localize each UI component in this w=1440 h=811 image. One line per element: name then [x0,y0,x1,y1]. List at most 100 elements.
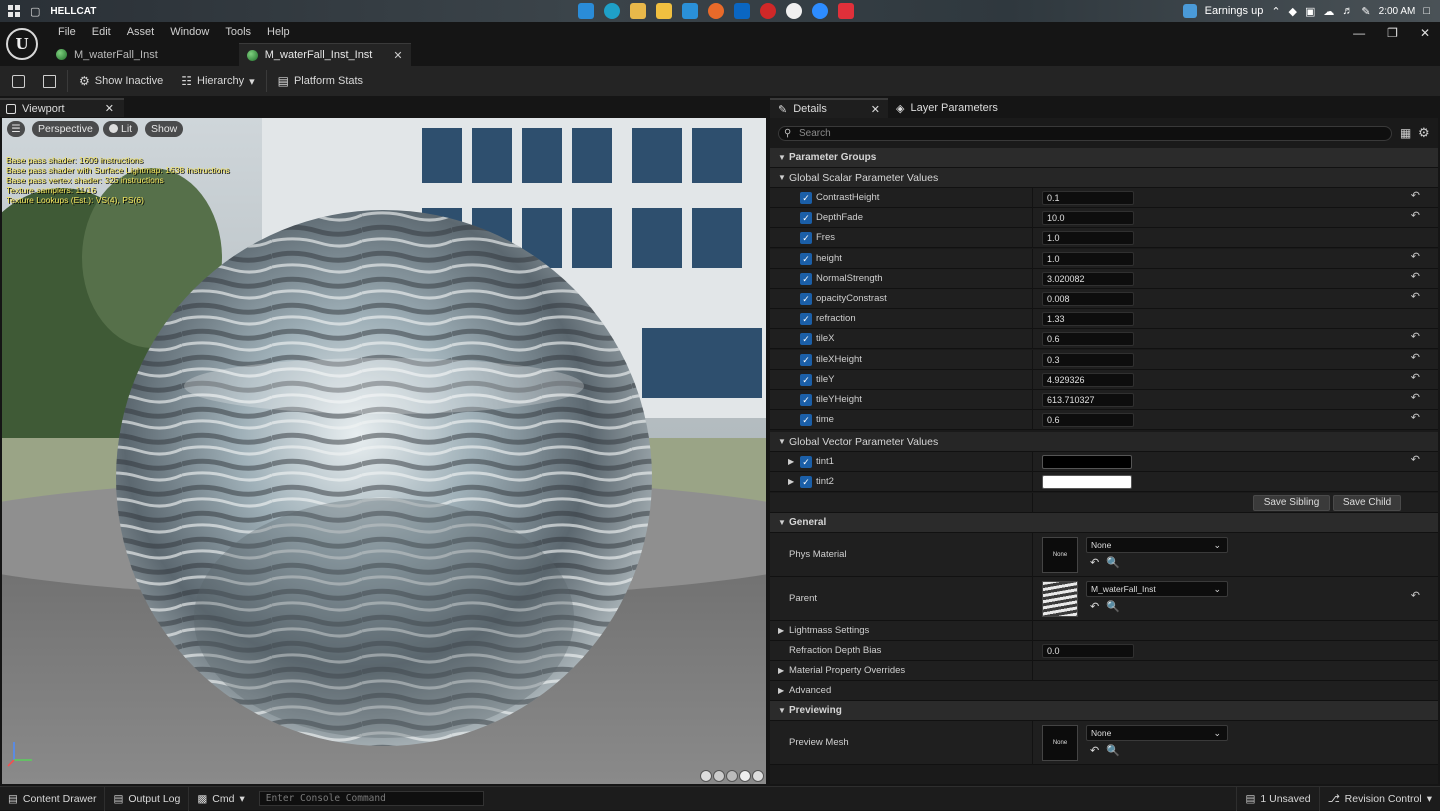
zoom-icon[interactable] [812,3,828,19]
firefox-icon[interactable] [708,3,724,19]
save-child-button[interactable]: Save Child [1333,495,1401,511]
reset-arrow-icon[interactable]: ↶ [1411,453,1420,466]
param-value-field[interactable]: 0.6 [1042,413,1134,428]
save-button[interactable] [0,66,34,96]
param-enabled-checkbox[interactable]: ✓ [800,456,812,468]
param-value-field[interactable]: 3.020082 [1042,271,1134,286]
weather-icon[interactable] [1182,4,1197,18]
onedrive-icon[interactable]: ☁ [1323,5,1334,18]
widget-text[interactable]: Earnings up [1205,5,1264,17]
doc-tab-waterfall-inst[interactable]: M_waterFall_Inst [48,43,239,66]
save-sibling-button[interactable]: Save Sibling [1253,495,1330,511]
reset-arrow-icon[interactable]: ↶ [1411,330,1420,343]
parameter-groups-header[interactable]: ▼ Parameter Groups [770,148,1438,168]
use-selected-icon[interactable]: ↶ [1090,556,1099,569]
notifications-icon[interactable]: □ [1423,5,1430,17]
volume-icon[interactable]: ♬ [1342,5,1353,17]
phys-material-combo[interactable]: None ⌄ [1086,537,1228,553]
close-tab-icon[interactable]: ✕ [393,49,402,62]
browse-asset-icon[interactable]: 🔍 [1106,744,1120,757]
cube-preview-icon[interactable] [739,770,751,782]
param-enabled-checkbox[interactable]: ✓ [800,394,812,406]
file-explorer-icon[interactable] [630,3,646,19]
cylinder-preview-icon[interactable] [700,770,712,782]
clock[interactable]: 2:00 AM [1379,6,1416,17]
menu-file[interactable]: File [50,25,84,39]
material-overrides-row[interactable]: ▶ Material Property Overrides [770,661,1438,681]
param-value-field[interactable]: 0.6 [1042,332,1134,347]
param-value-field[interactable]: 0.008 [1042,292,1134,306]
refraction-bias-field[interactable]: 0.0 [1042,644,1134,658]
scalar-group-header[interactable]: ▼ Global Scalar Parameter Values [770,168,1438,188]
reset-arrow-icon[interactable]: ↶ [1411,189,1420,202]
close-viewport-icon[interactable]: ✕ [105,102,114,115]
browse-asset-icon[interactable]: 🔍 [1106,556,1120,569]
reset-arrow-icon[interactable]: ↶ [1411,209,1420,222]
table-view-icon[interactable]: ▦ [1400,126,1411,140]
reset-arrow-icon[interactable]: ↶ [1411,391,1420,404]
param-enabled-checkbox[interactable]: ✓ [800,313,812,326]
reset-arrow-icon[interactable]: ↶ [1411,270,1420,283]
windows-start-icon[interactable] [8,5,20,17]
general-header[interactable]: ▼ General [770,513,1438,533]
param-enabled-checkbox[interactable]: ✓ [800,272,812,285]
dropbox-icon[interactable]: ◆ [1289,5,1297,18]
phys-material-thumbnail[interactable]: None [1042,537,1078,573]
preview-mesh-combo[interactable]: None ⌄ [1086,725,1228,741]
viewport[interactable]: ☰ Perspective Lit Show Base pass shader:… [2,118,766,784]
hierarchy-button[interactable]: ☷ Hierarchy ▾ [172,66,263,96]
doc-tab-waterfall-inst-inst[interactable]: M_waterFall_Inst_Inst ✕ [238,43,411,66]
browse-button[interactable] [34,66,65,96]
previewing-header[interactable]: ▼ Previewing [770,701,1438,721]
store-icon[interactable] [656,3,672,19]
edge-icon[interactable] [604,3,620,19]
linkedin-icon[interactable] [734,3,750,19]
param-value-field[interactable]: 1.33 [1042,312,1134,327]
reset-arrow-icon[interactable]: ↶ [1411,290,1420,303]
app-icon-red[interactable] [760,3,776,19]
display-icon[interactable]: ▣ [1305,5,1315,18]
use-selected-icon[interactable]: ↶ [1090,600,1099,613]
param-value-field[interactable]: 0.1 [1042,191,1134,205]
maximize-icon[interactable]: ❐ [1387,26,1398,40]
show-inactive-button[interactable]: ⚙ Show Inactive [70,66,172,96]
reset-arrow-icon[interactable]: ↶ [1411,250,1420,263]
reset-arrow-icon[interactable]: ↶ [1411,371,1420,384]
menu-edit[interactable]: Edit [84,25,119,39]
param-enabled-checkbox[interactable]: ✓ [800,252,812,265]
layer-parameters-tab[interactable]: ◈ Layer Parameters [888,98,1006,118]
color-swatch[interactable] [1042,455,1132,469]
viewport-menu-button[interactable]: ☰ [7,121,25,137]
param-value-field[interactable]: 10.0 [1042,211,1134,226]
reset-arrow-icon[interactable]: ↶ [1411,589,1420,602]
vector-group-header[interactable]: ▼ Global Vector Parameter Values [770,432,1438,452]
search-input[interactable]: ⚲ Search [778,126,1392,141]
mail-icon[interactable] [682,3,698,19]
param-enabled-checkbox[interactable]: ✓ [800,293,812,305]
reset-arrow-icon[interactable]: ↶ [1411,351,1420,364]
close-details-icon[interactable]: ✕ [871,103,880,116]
platform-stats-button[interactable]: ▤ Platform Stats [269,66,372,96]
use-selected-icon[interactable]: ↶ [1090,744,1099,757]
revision-control-button[interactable]: ⎇ Revision Control ▾ [1320,787,1440,811]
param-value-field[interactable]: 1.0 [1042,251,1134,266]
chrome-icon[interactable] [786,3,802,19]
browse-asset-icon[interactable]: 🔍 [1106,600,1120,613]
param-enabled-checkbox[interactable]: ✓ [800,353,812,366]
param-enabled-checkbox[interactable]: ✓ [800,414,812,427]
output-log-button[interactable]: ▤ Output Log [105,786,190,811]
show-button[interactable]: Show [145,121,184,137]
menu-window[interactable]: Window [162,25,217,39]
param-enabled-checkbox[interactable]: ✓ [800,333,812,346]
param-value-field[interactable]: 0.3 [1042,352,1134,367]
advanced-row[interactable]: ▶ Advanced [770,681,1438,701]
cmd-dropdown[interactable]: ▩ Cmd ▾ [189,787,252,811]
expand-right-icon[interactable]: ▶ [788,472,794,492]
close-window-icon[interactable]: ✕ [1420,26,1430,40]
menu-tools[interactable]: Tools [217,25,259,39]
unsaved-button[interactable]: ▤ 1 Unsaved [1236,786,1320,811]
param-value-field[interactable]: 1.0 [1042,231,1134,246]
param-value-field[interactable]: 613.710327 [1042,393,1134,407]
menu-asset[interactable]: Asset [119,25,163,39]
color-swatch[interactable] [1042,475,1132,490]
